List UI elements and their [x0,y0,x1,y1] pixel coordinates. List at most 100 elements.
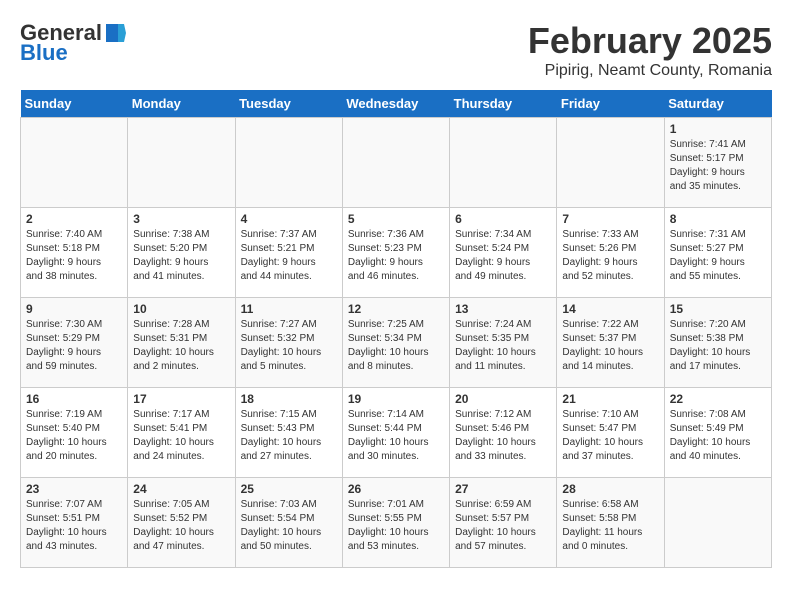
day-info: Sunrise: 6:59 AM Sunset: 5:57 PM Dayligh… [455,498,551,554]
day-info: Sunrise: 7:22 AM Sunset: 5:37 PM Dayligh… [562,318,658,374]
calendar-cell [235,118,342,208]
calendar-week-row: 2 Sunrise: 7:40 AM Sunset: 5:18 PM Daylig… [21,208,772,298]
calendar-cell: 18Sunrise: 7:15 AM Sunset: 5:43 PM Dayli… [235,388,342,478]
calendar-cell: 13 Sunrise: 7:24 AM Sunset: 5:35 PM Dayli… [450,298,557,388]
day-number: 8 [670,212,766,226]
day-number: 6 [455,212,551,226]
calendar-day-header: Friday [557,90,664,118]
day-number: 10 [133,302,229,316]
calendar-day-header: Wednesday [342,90,449,118]
calendar-cell: 27 Sunrise: 6:59 AM Sunset: 5:57 PM Dayli… [450,478,557,568]
title-block: February 2025 Pipirig, Neamt County, Rom… [528,20,772,80]
calendar-cell [342,118,449,208]
logo: General Blue [20,20,128,66]
day-number: 14 [562,302,658,316]
calendar-week-row: 1 Sunrise: 7:41 AM Sunset: 5:17 PM Daylig… [21,118,772,208]
day-number: 2 [26,212,122,226]
day-number: 12 [348,302,444,316]
calendar-day-header: Sunday [21,90,128,118]
calendar-cell: 22 Sunrise: 7:08 AM Sunset: 5:49 PM Dayli… [664,388,771,478]
day-number: 16 [26,392,122,406]
month-title: February 2025 [528,20,772,62]
calendar-cell: 14 Sunrise: 7:22 AM Sunset: 5:37 PM Dayli… [557,298,664,388]
logo-blue: Blue [20,40,68,66]
calendar-cell: 19 Sunrise: 7:14 AM Sunset: 5:44 PM Dayli… [342,388,449,478]
day-number: 4 [241,212,337,226]
calendar-cell: 3 Sunrise: 7:38 AM Sunset: 5:20 PM Daylig… [128,208,235,298]
day-info: Sunrise: 7:01 AM Sunset: 5:55 PM Dayligh… [348,498,444,554]
day-info: Sunrise: 7:24 AM Sunset: 5:35 PM Dayligh… [455,318,551,374]
day-info: Sunrise: 7:30 AM Sunset: 5:29 PM Dayligh… [26,318,122,374]
day-number: 15 [670,302,766,316]
day-info: Sunrise: 6:58 AM Sunset: 5:58 PM Dayligh… [562,498,658,554]
calendar-cell: 28 Sunrise: 6:58 AM Sunset: 5:58 PM Dayli… [557,478,664,568]
calendar-cell: 20 Sunrise: 7:12 AM Sunset: 5:46 PM Dayli… [450,388,557,478]
logo-icon [104,22,126,44]
day-number: 17 [133,392,229,406]
day-info: Sunrise: 7:19 AM Sunset: 5:40 PM Dayligh… [26,408,122,464]
day-info: Sunrise: 7:03 AM Sunset: 5:54 PM Dayligh… [241,498,337,554]
calendar-cell: 9 Sunrise: 7:30 AM Sunset: 5:29 PM Daylig… [21,298,128,388]
calendar-week-row: 23 Sunrise: 7:07 AM Sunset: 5:51 PM Dayli… [21,478,772,568]
calendar-header-row: SundayMondayTuesdayWednesdayThursdayFrid… [21,90,772,118]
calendar-cell [557,118,664,208]
day-number: 26 [348,482,444,496]
calendar-cell: 11 Sunrise: 7:27 AM Sunset: 5:32 PM Dayli… [235,298,342,388]
calendar-cell: 17 Sunrise: 7:17 AM Sunset: 5:41 PM Dayli… [128,388,235,478]
day-number: 20 [455,392,551,406]
day-info: Sunrise: 7:38 AM Sunset: 5:20 PM Dayligh… [133,228,229,284]
day-number: 5 [348,212,444,226]
day-number: 28 [562,482,658,496]
calendar-cell [21,118,128,208]
day-number: 23 [26,482,122,496]
calendar-cell: 26 Sunrise: 7:01 AM Sunset: 5:55 PM Dayli… [342,478,449,568]
day-number: 25 [241,482,337,496]
day-info: Sunrise: 7:14 AM Sunset: 5:44 PM Dayligh… [348,408,444,464]
day-info: Sunrise: 7:27 AM Sunset: 5:32 PM Dayligh… [241,318,337,374]
calendar-day-header: Monday [128,90,235,118]
day-info: Sunrise: 7:28 AM Sunset: 5:31 PM Dayligh… [133,318,229,374]
day-info: Sunrise: 7:37 AM Sunset: 5:21 PM Dayligh… [241,228,337,284]
day-info: Sunrise: 7:31 AM Sunset: 5:27 PM Dayligh… [670,228,766,284]
calendar-week-row: 16 Sunrise: 7:19 AM Sunset: 5:40 PM Dayli… [21,388,772,478]
day-info: Sunrise: 7:34 AM Sunset: 5:24 PM Dayligh… [455,228,551,284]
calendar-cell: 4 Sunrise: 7:37 AM Sunset: 5:21 PM Daylig… [235,208,342,298]
day-info: Sunrise: 7:10 AM Sunset: 5:47 PM Dayligh… [562,408,658,464]
day-info: Sunrise: 7:41 AM Sunset: 5:17 PM Dayligh… [670,138,766,194]
calendar-cell: 2 Sunrise: 7:40 AM Sunset: 5:18 PM Daylig… [21,208,128,298]
day-number: 18 [241,392,337,406]
calendar-day-header: Saturday [664,90,771,118]
calendar-body: 1 Sunrise: 7:41 AM Sunset: 5:17 PM Daylig… [21,118,772,568]
day-info: Sunrise: 7:07 AM Sunset: 5:51 PM Dayligh… [26,498,122,554]
day-info: Sunrise: 7:33 AM Sunset: 5:26 PM Dayligh… [562,228,658,284]
day-number: 13 [455,302,551,316]
calendar-cell: 24 Sunrise: 7:05 AM Sunset: 5:52 PM Dayli… [128,478,235,568]
day-number: 3 [133,212,229,226]
day-info: Sunrise: 7:17 AM Sunset: 5:41 PM Dayligh… [133,408,229,464]
calendar-day-header: Thursday [450,90,557,118]
calendar-cell: 21 Sunrise: 7:10 AM Sunset: 5:47 PM Dayli… [557,388,664,478]
day-info: Sunrise: 7:05 AM Sunset: 5:52 PM Dayligh… [133,498,229,554]
day-number: 1 [670,122,766,136]
calendar-cell [128,118,235,208]
calendar-cell: 1 Sunrise: 7:41 AM Sunset: 5:17 PM Daylig… [664,118,771,208]
calendar-table: SundayMondayTuesdayWednesdayThursdayFrid… [20,90,772,568]
day-info: Sunrise: 7:08 AM Sunset: 5:49 PM Dayligh… [670,408,766,464]
day-number: 19 [348,392,444,406]
day-info: Sunrise: 7:12 AM Sunset: 5:46 PM Dayligh… [455,408,551,464]
day-number: 9 [26,302,122,316]
day-number: 22 [670,392,766,406]
day-number: 11 [241,302,337,316]
calendar-day-header: Tuesday [235,90,342,118]
calendar-cell: 16 Sunrise: 7:19 AM Sunset: 5:40 PM Dayli… [21,388,128,478]
calendar-cell: 23 Sunrise: 7:07 AM Sunset: 5:51 PM Dayli… [21,478,128,568]
day-number: 24 [133,482,229,496]
day-number: 21 [562,392,658,406]
calendar-cell: 15 Sunrise: 7:20 AM Sunset: 5:38 PM Dayli… [664,298,771,388]
day-info: Sunrise: 7:20 AM Sunset: 5:38 PM Dayligh… [670,318,766,374]
calendar-cell: 10 Sunrise: 7:28 AM Sunset: 5:31 PM Dayli… [128,298,235,388]
page-header: General Blue February 2025 Pipirig, Neam… [20,20,772,80]
day-info: Sunrise: 7:40 AM Sunset: 5:18 PM Dayligh… [26,228,122,284]
day-number: 27 [455,482,551,496]
calendar-week-row: 9 Sunrise: 7:30 AM Sunset: 5:29 PM Daylig… [21,298,772,388]
